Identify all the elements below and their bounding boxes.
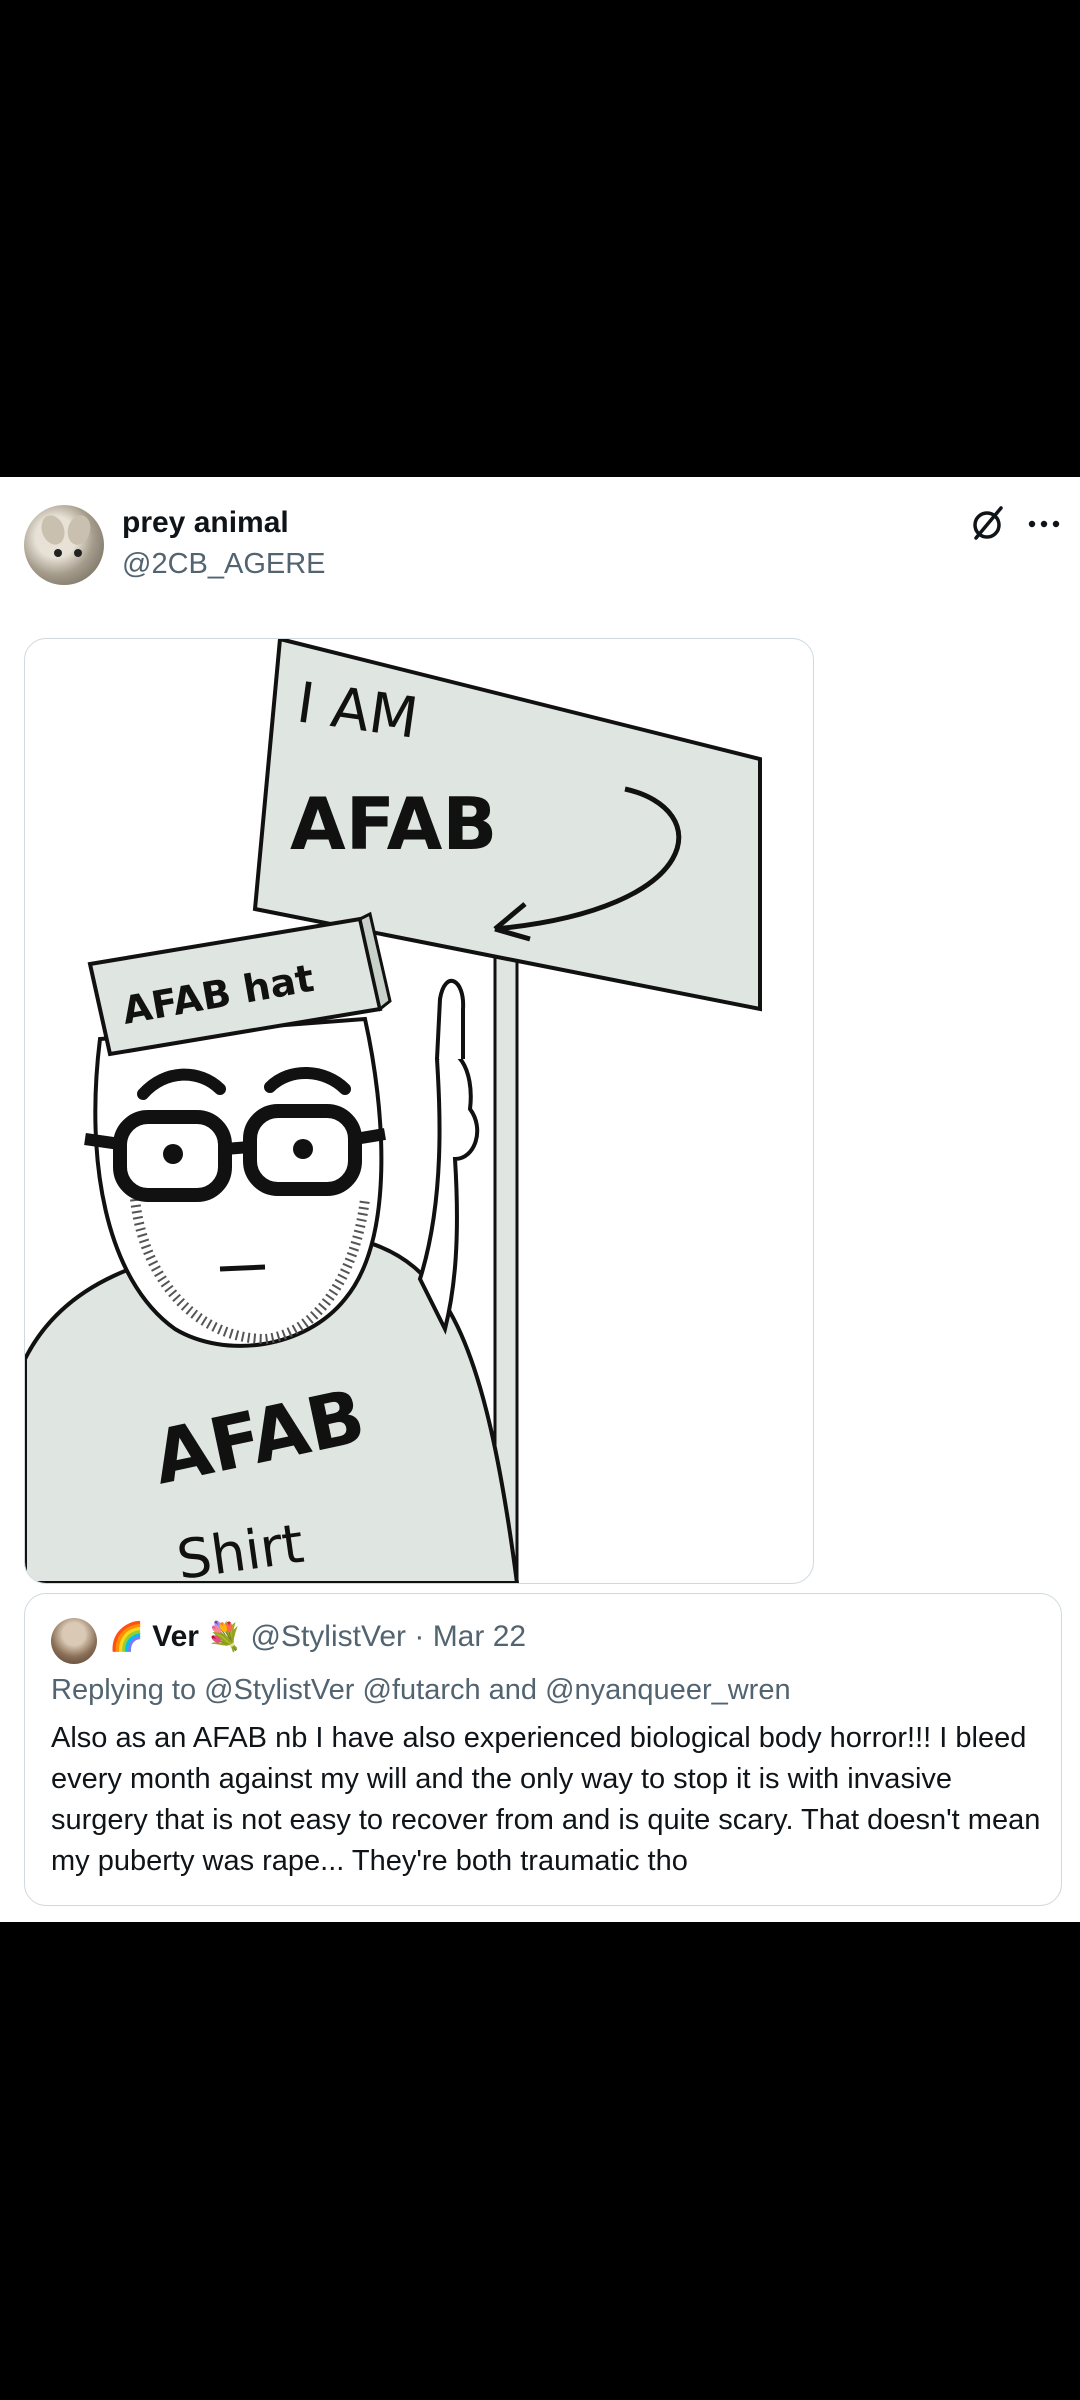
eye-left bbox=[163, 1144, 183, 1164]
grok-icon[interactable] bbox=[968, 504, 1006, 542]
bottom-black-area bbox=[0, 1922, 1080, 2400]
top-black-area bbox=[0, 0, 1080, 477]
quote-date[interactable]: Mar 22 bbox=[433, 1620, 526, 1653]
raised-hand bbox=[417, 1050, 480, 1335]
quote-avatar[interactable] bbox=[51, 1618, 97, 1664]
replying-to: Replying to @StylistVer @futarch and @ny… bbox=[51, 1674, 791, 1706]
quote-text: Also as an AFAB nb I have also experienc… bbox=[51, 1722, 1041, 1877]
more-icon[interactable] bbox=[1024, 506, 1064, 542]
quote-display-name[interactable]: Ver bbox=[152, 1620, 199, 1653]
rainbow-emoji: 🌈 bbox=[109, 1621, 144, 1652]
pointing-finger bbox=[435, 978, 466, 1060]
bouquet-emoji: 💐 bbox=[207, 1621, 243, 1652]
display-name[interactable]: prey animal bbox=[122, 506, 289, 540]
avatar[interactable] bbox=[24, 505, 104, 585]
sign-text-line2: AFAB bbox=[290, 782, 497, 866]
quoted-tweet[interactable]: 🌈 Ver 💐 @StylistVer · Mar 22 Replying to… bbox=[24, 1593, 1062, 1906]
quote-header: 🌈 Ver 💐 @StylistVer · Mar 22 bbox=[109, 1620, 526, 1654]
quote-separator: · bbox=[414, 1620, 425, 1653]
quote-handle[interactable]: @StylistVer bbox=[251, 1620, 407, 1653]
tweet-image[interactable]: I AM AFAB AFAB Shirt AFAB hat bbox=[24, 638, 814, 1584]
user-handle[interactable]: @2CB_AGERE bbox=[122, 548, 326, 581]
eye-right bbox=[293, 1139, 313, 1159]
meme-drawing: I AM AFAB AFAB Shirt AFAB hat bbox=[25, 639, 762, 1583]
